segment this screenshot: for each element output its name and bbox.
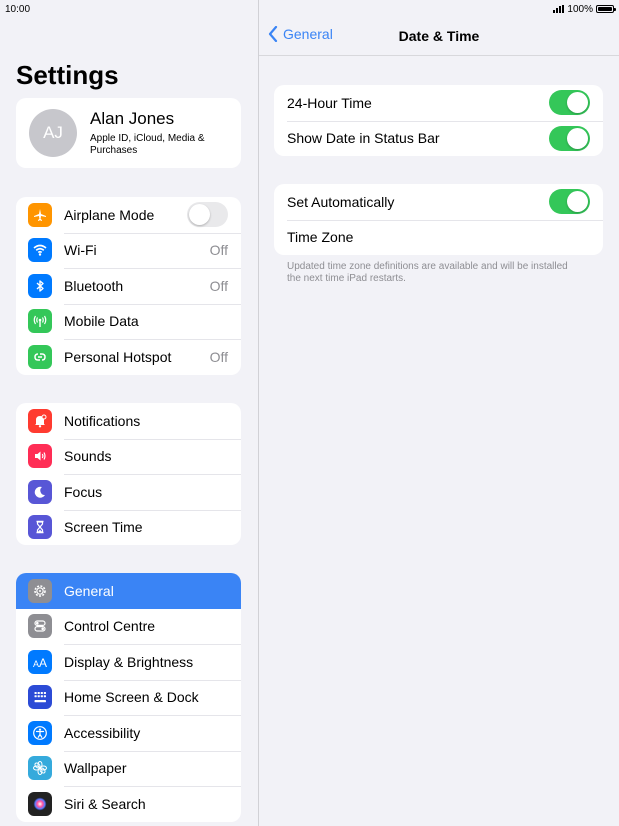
sidebar-item-airplane-mode[interactable]: Airplane Mode xyxy=(16,197,241,233)
toggle-knob xyxy=(189,204,210,226)
setting-label: Show Date in Status Bar xyxy=(287,130,440,147)
bell-icon xyxy=(28,408,52,433)
profile-subtitle: Apple ID, iCloud, Media & Purchases xyxy=(90,133,205,156)
sidebar-item-label: Focus xyxy=(64,483,103,500)
timezone-note: Updated time zone definitions are availa… xyxy=(287,261,568,284)
airplane-icon xyxy=(28,202,52,227)
sidebar-item-bluetooth[interactable]: Bluetooth Off xyxy=(16,268,241,304)
notifications-group: Notifications Sounds Focus Screen Time xyxy=(16,403,241,545)
sidebar-item-wi-fi[interactable]: Wi-Fi Off xyxy=(16,232,241,269)
toggle-knob xyxy=(567,127,588,149)
battery-icon xyxy=(596,5,616,13)
sidebar-item-label: Home Screen & Dock xyxy=(64,689,199,706)
status-right: 100% xyxy=(553,3,616,15)
avatar: AJ xyxy=(29,109,77,157)
sidebar-item-label: Control Centre xyxy=(64,618,156,635)
sidebar-item-label: Wallpaper xyxy=(64,760,127,777)
setting-label: Set Automatically xyxy=(287,193,395,210)
siri-icon xyxy=(28,791,52,816)
sidebar-item-siri-and-search[interactable]: Siri & Search xyxy=(16,786,241,822)
hourglass-icon xyxy=(28,515,52,540)
status-time: 10:00 xyxy=(5,3,31,15)
sidebar-item-general[interactable]: General xyxy=(16,573,241,609)
speaker-icon xyxy=(28,444,52,469)
sidebar-item-value: Off xyxy=(209,348,228,365)
detail-pane: General Date & Time 24-Hour Time Show Dat… xyxy=(259,0,619,826)
switches-icon xyxy=(28,614,52,639)
sidebar-item-control-centre[interactable]: Control Centre xyxy=(16,609,241,645)
sidebar-item-value: Off xyxy=(209,242,228,259)
toggle-knob xyxy=(567,191,588,213)
signal-icon xyxy=(553,5,565,13)
sidebar-item-wallpaper[interactable]: Wallpaper xyxy=(16,750,241,787)
accessibility-icon xyxy=(28,720,52,745)
moon-icon xyxy=(28,479,52,504)
sidebar-item-screen-time[interactable]: Screen Time xyxy=(16,509,241,546)
time-format-group: 24-Hour Time Show Date in Status Bar xyxy=(274,85,603,156)
setting-label: 24-Hour Time xyxy=(287,94,372,111)
text-size-icon: AA xyxy=(28,649,52,674)
sidebar-item-home-screen-and-dock[interactable]: Home Screen & Dock xyxy=(16,679,241,716)
toggle-switch[interactable] xyxy=(549,189,590,215)
general-group: General Control Centre A A Display & Brightn… xyxy=(16,573,241,822)
setting-label: Time Zone xyxy=(287,229,354,246)
sidebar-item-label: Siri & Search xyxy=(64,795,146,812)
sidebar-item-label: Airplane Mode xyxy=(64,206,155,223)
flower-icon xyxy=(28,756,52,781)
page-title: Date & Time xyxy=(398,28,480,44)
sidebar-item-value: Off xyxy=(209,277,228,294)
status-bar: 10:00 100% xyxy=(0,0,619,18)
sidebar-item-label: Screen Time xyxy=(64,519,143,536)
toggle-switch[interactable] xyxy=(549,90,590,116)
profile-text: Alan Jones Apple ID, iCloud, Media & Pur… xyxy=(90,109,210,157)
setting-row-show-date-in-status-bar: Show Date in Status Bar xyxy=(274,120,603,157)
sidebar-item-label: Accessibility xyxy=(64,724,141,741)
setting-row-time-zone[interactable]: Time Zone xyxy=(274,219,603,256)
sidebar-item-label: Personal Hotspot xyxy=(64,348,172,365)
sidebar-item-display-and-brightness[interactable]: A A Display & Brightness xyxy=(16,644,241,680)
setting-row-24-hour-time: 24-Hour Time xyxy=(274,85,603,121)
sidebar-item-label: Wi-Fi xyxy=(64,242,97,259)
gear-icon xyxy=(28,578,52,603)
toggle-switch[interactable] xyxy=(187,202,228,228)
sidebar-item-label: Mobile Data xyxy=(64,313,139,330)
timezone-group: Set Automatically Time Zone xyxy=(274,184,603,255)
sidebar-item-mobile-data[interactable]: Mobile Data xyxy=(16,303,241,340)
svg-text:A: A xyxy=(39,656,47,669)
sidebar-item-label: Display & Brightness xyxy=(64,653,194,670)
sidebar-item-focus[interactable]: Focus xyxy=(16,474,241,510)
sidebar-item-label: General xyxy=(64,582,114,599)
sidebar-item-notifications[interactable]: Notifications xyxy=(16,403,241,439)
connectivity-group: Airplane Mode Wi-Fi Off Bluetooth Off Mobile … xyxy=(16,197,241,375)
profile-name: Alan Jones xyxy=(90,109,175,128)
nav-bar: General Date & Time xyxy=(259,18,619,56)
antenna-icon xyxy=(28,309,52,334)
sidebar-item-personal-hotspot[interactable]: Personal Hotspot Off xyxy=(16,339,241,375)
settings-sidebar: Settings AJ Alan Jones Apple ID, iCloud,… xyxy=(0,0,258,826)
sidebar-item-label: Notifications xyxy=(64,412,141,429)
battery-percent: 100% xyxy=(567,3,593,15)
sidebar-item-label: Sounds xyxy=(64,448,112,465)
settings-title: Settings xyxy=(16,60,119,90)
setting-row-set-automatically: Set Automatically xyxy=(274,184,603,220)
profile-card[interactable]: AJ Alan Jones Apple ID, iCloud, Media & … xyxy=(16,98,241,168)
hotspot-icon xyxy=(28,344,52,369)
toggle-knob xyxy=(567,92,588,114)
sidebar-item-label: Bluetooth xyxy=(64,277,124,294)
wifi-icon xyxy=(28,238,52,263)
bluetooth-icon xyxy=(28,273,52,298)
sidebar-item-accessibility[interactable]: Accessibility xyxy=(16,715,241,751)
toggle-switch[interactable] xyxy=(549,125,590,151)
sidebar-item-sounds[interactable]: Sounds xyxy=(16,438,241,475)
grid-icon xyxy=(28,685,52,710)
